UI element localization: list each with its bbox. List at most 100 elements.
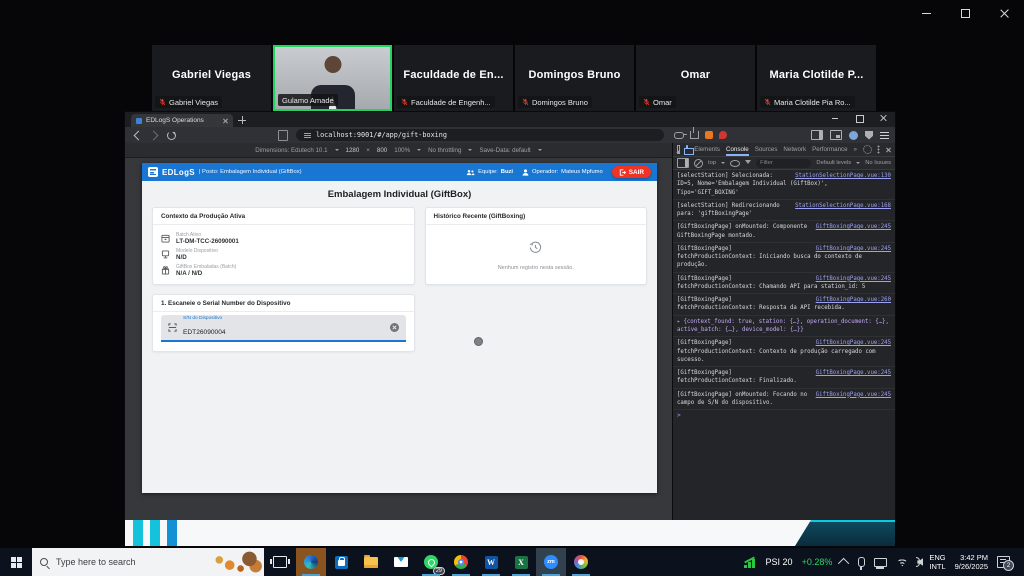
taskbar-zoom[interactable]: zm xyxy=(536,548,566,576)
taskbar-store[interactable] xyxy=(326,548,356,576)
issues-counter[interactable]: No Issues xyxy=(865,160,891,166)
media-control-icon[interactable] xyxy=(830,130,842,140)
taskbar-word[interactable]: W xyxy=(476,548,506,576)
browser-menu-icon[interactable] xyxy=(880,132,889,139)
reload-icon[interactable] xyxy=(167,131,176,140)
participant-tile[interactable]: Domingos Bruno Domingos Bruno xyxy=(515,45,634,111)
participant-tile[interactable]: Faculdade de En... Faculdade de Engenh..… xyxy=(394,45,513,111)
start-button[interactable] xyxy=(0,548,32,576)
devtools-close-icon[interactable] xyxy=(885,147,891,153)
inspect-element-icon[interactable] xyxy=(677,145,680,154)
hardware-tray-icon[interactable] xyxy=(874,558,887,567)
taskbar-search[interactable] xyxy=(32,548,264,576)
serial-input[interactable] xyxy=(183,328,333,337)
device-toolbar-toggle-icon[interactable] xyxy=(686,145,689,155)
search-input[interactable] xyxy=(54,556,206,568)
source-link[interactable]: GiftBoxingPage.vue:245 xyxy=(816,339,891,347)
stock-change[interactable]: +0.28% xyxy=(802,557,833,567)
task-view-button[interactable] xyxy=(264,548,296,576)
tab-console[interactable]: Console xyxy=(726,146,749,154)
browser-tab[interactable]: EDLogS Operations xyxy=(131,114,233,127)
forward-icon[interactable] xyxy=(149,130,159,140)
hidden-icons-chevron[interactable] xyxy=(838,558,849,569)
volume-control[interactable] xyxy=(917,557,920,567)
devtools-menu-icon[interactable] xyxy=(877,145,880,154)
logout-button[interactable]: SAIR xyxy=(612,166,651,178)
console-sidebar-icon[interactable] xyxy=(677,158,689,168)
devtools-settings-icon[interactable] xyxy=(863,145,872,154)
search-doodle-squirrel[interactable] xyxy=(212,549,264,575)
close-icon[interactable] xyxy=(879,114,887,122)
source-link[interactable]: GiftBoxingPage.vue:245 xyxy=(816,275,891,283)
chevron-down-icon xyxy=(417,149,421,153)
new-tab-button[interactable] xyxy=(237,115,247,125)
source-link[interactable]: StationSelectionPage.vue:168 xyxy=(795,202,891,210)
minimize-icon[interactable] xyxy=(921,8,932,19)
wifi-icon[interactable] xyxy=(896,558,908,567)
profile-avatar[interactable] xyxy=(849,131,858,140)
store-icon xyxy=(335,556,348,569)
tab-elements[interactable]: Elements xyxy=(694,146,720,153)
tab-sources[interactable]: Sources xyxy=(755,146,778,153)
serial-input-field[interactable]: S/N do Dispositivo xyxy=(161,315,406,342)
taskbar-excel[interactable]: X xyxy=(506,548,536,576)
execution-context-select[interactable]: top xyxy=(708,160,716,166)
extension-icon-red[interactable] xyxy=(719,131,727,139)
extension-icon-orange[interactable] xyxy=(705,131,713,139)
language-indicator[interactable]: ENG INTL xyxy=(929,553,945,571)
taskbar-mail[interactable] xyxy=(386,548,416,576)
throttling-select[interactable]: No throttling xyxy=(428,147,461,154)
viewport-height[interactable]: 800 xyxy=(377,147,387,154)
zoom-select[interactable]: 100% xyxy=(394,147,410,154)
stock-widget-icon[interactable] xyxy=(744,557,757,568)
viewport-width[interactable]: 1280 xyxy=(346,147,360,154)
expand-caret-icon[interactable]: ▸ xyxy=(677,319,680,325)
taskbar-chrome[interactable] xyxy=(446,548,476,576)
taskbar-file-explorer[interactable] xyxy=(356,548,386,576)
microphone-tray-icon[interactable] xyxy=(858,557,865,567)
source-link[interactable]: GiftBoxingPage.vue:245 xyxy=(816,223,891,231)
shield-extension-icon[interactable] xyxy=(865,131,873,140)
action-center-button[interactable]: 2 xyxy=(997,556,1010,568)
console-filter-input[interactable] xyxy=(756,159,811,168)
source-link[interactable]: GiftBoxingPage.vue:245 xyxy=(816,369,891,377)
clear-console-icon[interactable] xyxy=(694,159,703,168)
participant-tile-active-speaker[interactable]: Gulamo Amade xyxy=(273,45,392,111)
console-entry: StationSelectionPage.vue:130[selectStati… xyxy=(673,170,895,200)
participant-tile[interactable]: Maria Clotilde P... Maria Clotilde Pia R… xyxy=(757,45,876,111)
log-levels-select[interactable]: Default levels xyxy=(816,160,851,166)
clear-input-icon[interactable] xyxy=(390,323,399,332)
source-link[interactable]: GiftBoxingPage.vue:245 xyxy=(816,391,891,399)
minimize-icon[interactable] xyxy=(831,114,839,122)
taskbar-whatsapp[interactable]: 29 xyxy=(416,548,446,576)
site-settings-icon[interactable] xyxy=(304,132,311,139)
taskbar-edge[interactable] xyxy=(296,548,326,576)
password-key-icon[interactable] xyxy=(674,132,684,139)
devtools-panel: Elements Console Sources Network Perform… xyxy=(672,143,895,520)
side-panel-icon[interactable] xyxy=(811,130,823,140)
save-data-select[interactable]: Save-Data: default xyxy=(479,147,530,154)
console-prompt[interactable]: > xyxy=(673,410,895,421)
close-icon[interactable] xyxy=(999,8,1010,19)
source-link[interactable]: GiftBoxingPage.vue:260 xyxy=(816,296,891,304)
participant-tile[interactable]: Gabriel Viegas Gabriel Viegas xyxy=(152,45,271,111)
chevron-down-icon xyxy=(721,162,725,166)
source-link[interactable]: GiftBoxingPage.vue:245 xyxy=(816,245,891,253)
source-link[interactable]: StationSelectionPage.vue:130 xyxy=(795,172,891,180)
back-icon[interactable] xyxy=(134,130,144,140)
tab-network[interactable]: Network xyxy=(783,146,806,153)
restore-icon[interactable] xyxy=(960,8,971,19)
more-tabs-icon[interactable]: » xyxy=(854,146,857,153)
reading-list-icon[interactable] xyxy=(278,130,288,141)
tab-performance[interactable]: Performance xyxy=(812,146,847,153)
device-dimensions-select[interactable]: Dimensions: Edutech 10.1 xyxy=(255,147,327,154)
clock[interactable]: 3:42 PM 9/26/2025 xyxy=(955,553,988,571)
stock-index-label[interactable]: PSI 20 xyxy=(766,557,793,567)
participant-tile[interactable]: Omar Omar xyxy=(636,45,755,111)
taskbar-paint[interactable] xyxy=(566,548,596,576)
tab-close-icon[interactable] xyxy=(222,118,228,124)
live-expression-icon[interactable] xyxy=(730,160,740,167)
restore-icon[interactable] xyxy=(855,114,863,122)
share-icon[interactable] xyxy=(690,131,699,139)
address-bar[interactable]: localhost:9001/#/app/gift-boxing xyxy=(296,129,664,141)
